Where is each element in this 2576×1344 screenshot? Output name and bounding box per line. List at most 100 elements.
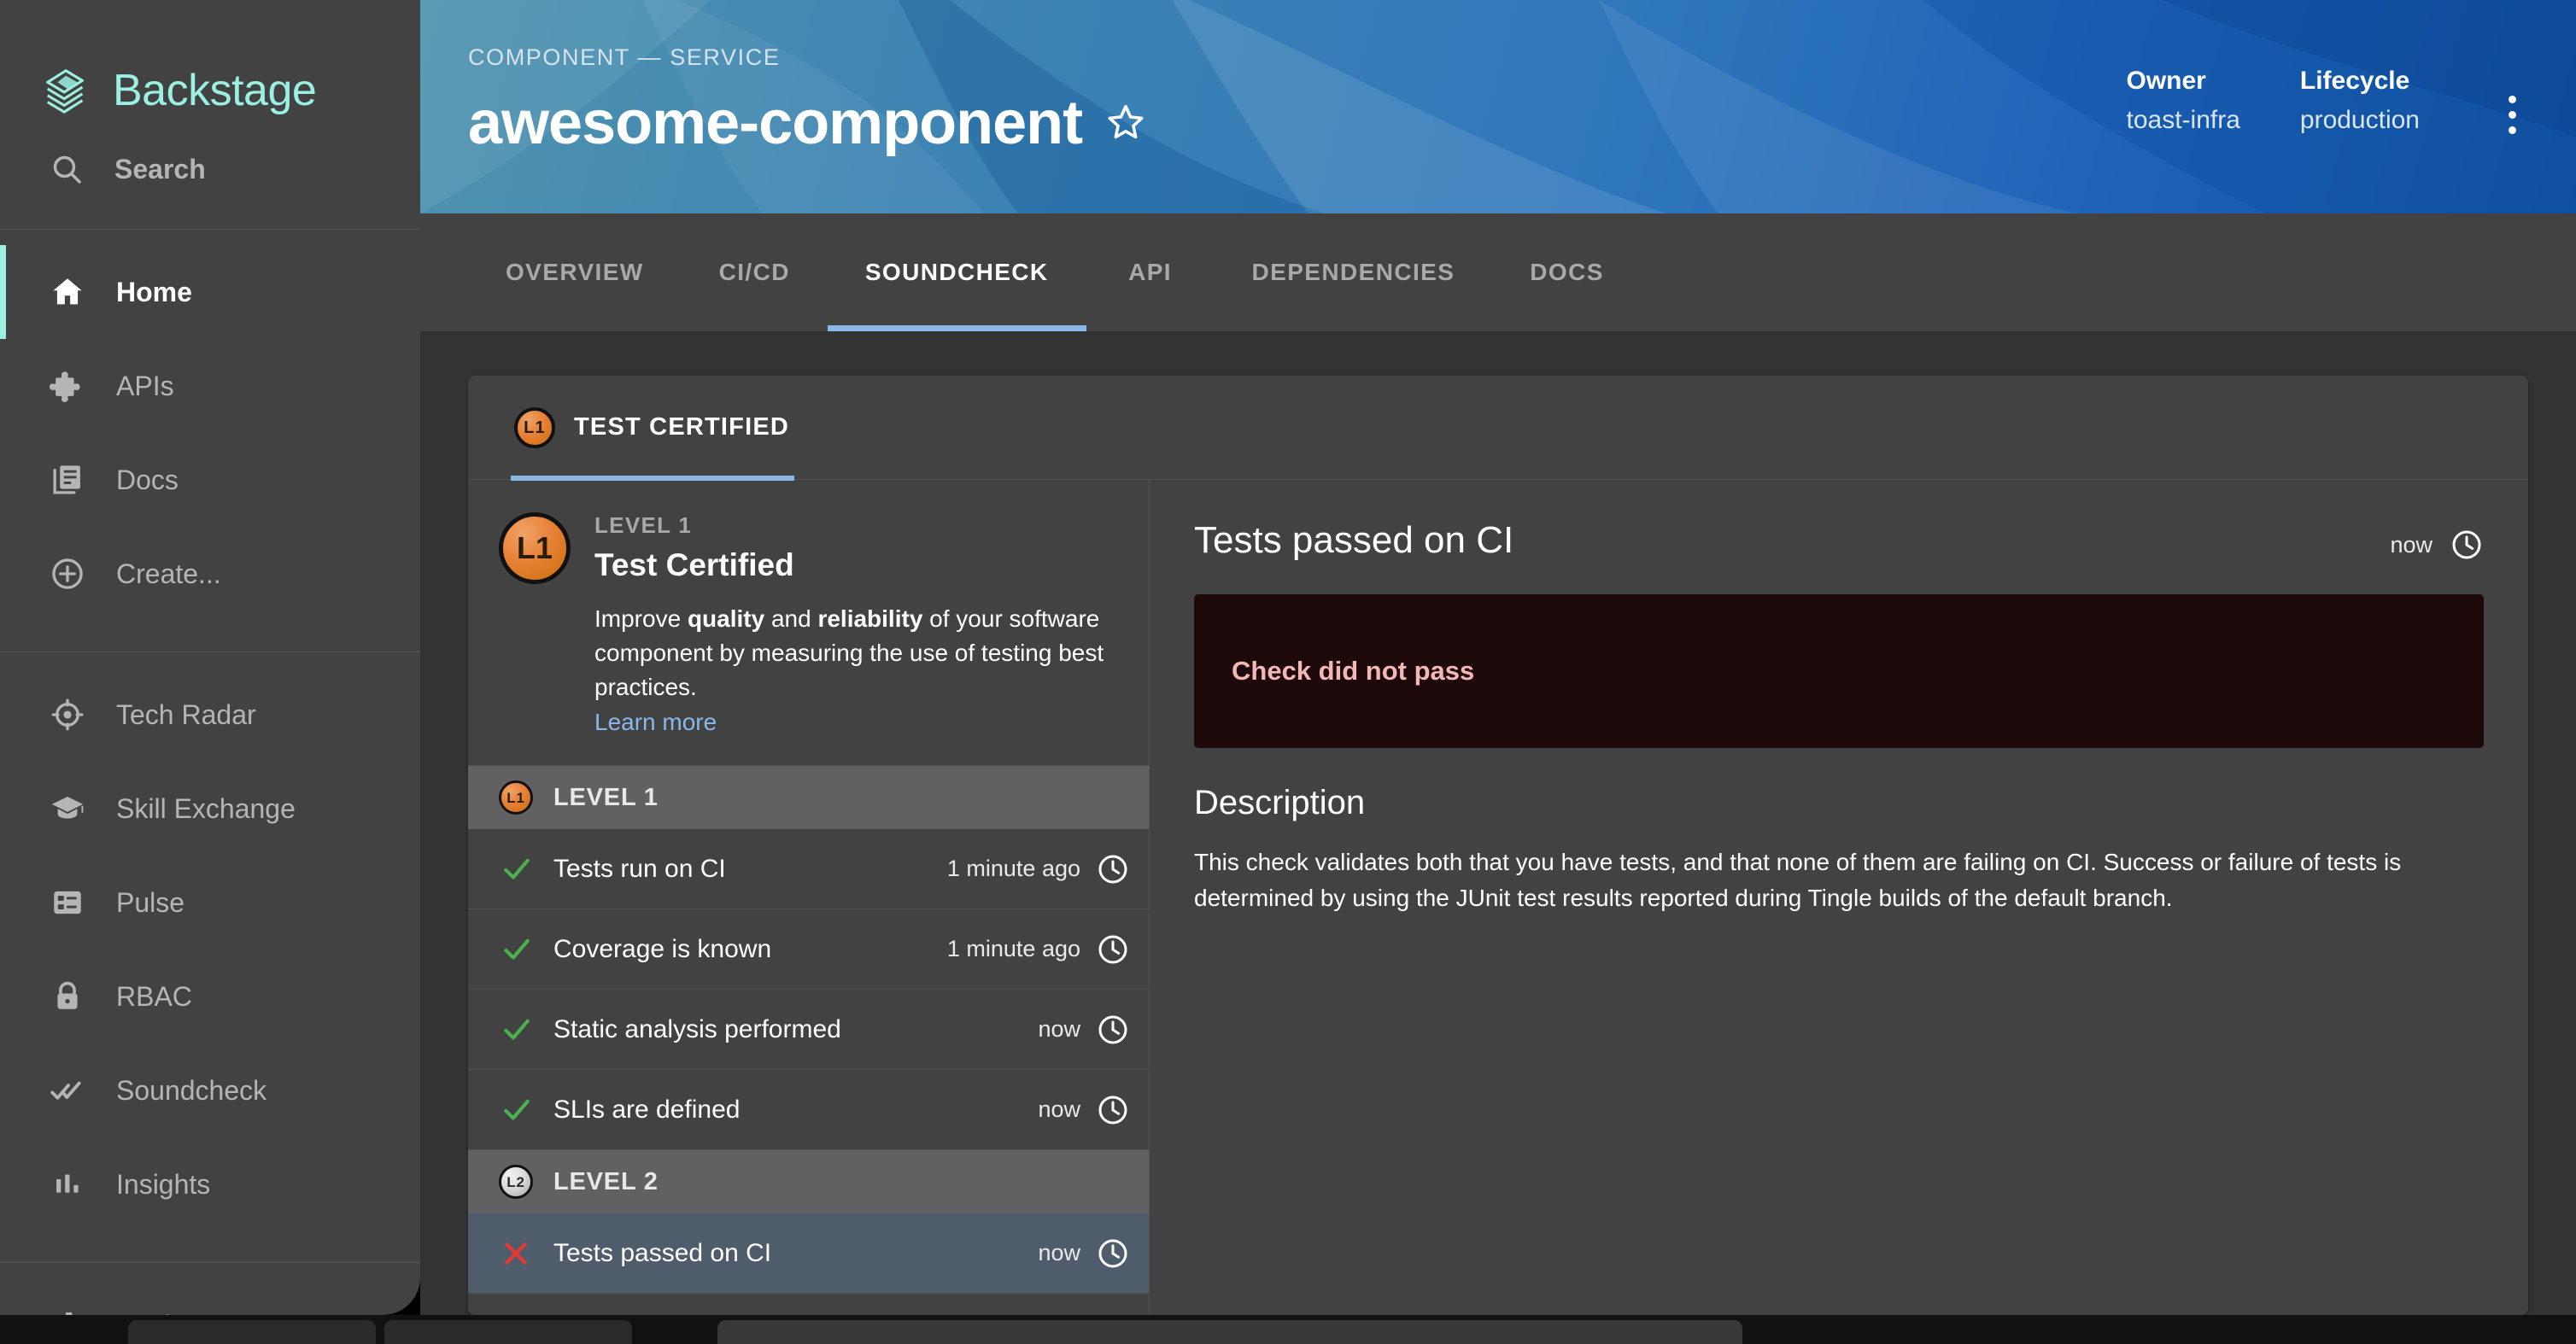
sidebar-item-insights[interactable]: Insights	[0, 1137, 420, 1231]
sidebar-item-skill-exchange[interactable]: Skill Exchange	[0, 762, 420, 856]
os-taskbar-strip	[0, 1315, 2576, 1344]
radar-icon	[50, 697, 85, 733]
docs-icon	[50, 462, 85, 498]
brand[interactable]: Backstage	[0, 0, 420, 128]
sidebar-item-pulse[interactable]: Pulse	[0, 856, 420, 950]
sidebar-item-home[interactable]: Home	[0, 245, 420, 339]
level-description: Improve quality and reliability of your …	[594, 602, 1115, 704]
sidebar-item-label: Home	[116, 277, 192, 307]
sidebar-group-tools: Tech Radar Skill Exchange Pulse RBAC Sou…	[0, 652, 420, 1243]
level-badge-l2-small-icon: L2	[499, 1165, 533, 1200]
sidebar-item-create[interactable]: Create...	[0, 527, 420, 621]
tab-label: API	[1128, 259, 1172, 285]
check-label: Tests run on CI	[553, 854, 726, 883]
search-button[interactable]: Search	[0, 128, 420, 210]
check-label: Tests passed on CI	[553, 1238, 772, 1267]
tab-label: SOUNDCHECK	[864, 259, 1049, 285]
sidebar-group-primary: Home APIs Docs Create...	[0, 230, 420, 633]
backstage-logo-icon	[41, 64, 94, 117]
tab-dependencies[interactable]: DEPENDENCIES	[1215, 213, 1493, 331]
sidebar-item-label: Skill Exchange	[116, 793, 296, 824]
table-row[interactable]: Tests run on CI 1 minute ago	[468, 829, 1149, 910]
check-icon	[501, 853, 538, 885]
sidebar-item-label: RBAC	[116, 981, 192, 1012]
home-icon	[50, 274, 85, 310]
clock-icon[interactable]	[1096, 1013, 1130, 1047]
tab-overview[interactable]: OVERVIEW	[468, 213, 682, 331]
description-heading: Description	[1194, 784, 1366, 821]
pulse-board-icon	[50, 885, 85, 920]
brand-name: Backstage	[113, 66, 317, 115]
tab-label: DEPENDENCIES	[1251, 259, 1455, 285]
table-row[interactable]: Coverage is known 1 minute ago	[468, 909, 1149, 990]
check-time: now	[1038, 1096, 1080, 1123]
clock-icon[interactable]	[1096, 932, 1130, 967]
check-icon	[501, 933, 538, 966]
check-list: L1 LEVEL 1 Tests run on CI 1 minute ago	[468, 766, 1149, 1315]
clock-icon[interactable]	[1096, 852, 1130, 886]
description-body: This check validates both that you have …	[1194, 849, 2402, 911]
tab-docs[interactable]: DOCS	[1492, 213, 1642, 331]
tab-api[interactable]: API	[1086, 213, 1215, 331]
tab-test-certified[interactable]: L1 TEST CERTIFIED	[510, 376, 828, 481]
sidebar-item-docs[interactable]: Docs	[0, 433, 420, 527]
breadcrumb: COMPONENT — SERVICE	[468, 44, 781, 70]
owner-block: Owner toast-infra	[2127, 67, 2240, 135]
card-split: L1 LEVEL 1 Test Certified Improve qualit…	[468, 480, 2528, 1315]
lifecycle-block: Lifecycle production	[2300, 67, 2420, 135]
page-title: awesome-component	[468, 89, 1083, 157]
sidebar-item-soundcheck[interactable]: Soundcheck	[0, 1043, 420, 1137]
tab-label: TEST CERTIFIED	[574, 413, 790, 441]
sidebar-item-tech-radar[interactable]: Tech Radar	[0, 668, 420, 762]
check-time: now	[1038, 1016, 1080, 1043]
lock-icon	[50, 979, 85, 1014]
table-row[interactable]: Static analysis performed now	[468, 990, 1149, 1071]
star-outline-icon[interactable]	[1104, 101, 1147, 151]
tab-soundcheck[interactable]: SOUNDCHECK	[827, 213, 1086, 331]
sidebar-item-label: Settings	[116, 1312, 215, 1315]
gear-icon	[50, 1307, 85, 1315]
bar-chart-icon	[50, 1166, 85, 1202]
sidebar-item-label: Pulse	[116, 887, 185, 918]
sidebar-item-label: Soundcheck	[116, 1075, 267, 1106]
learn-more-link[interactable]: Learn more	[594, 709, 717, 736]
sidebar: Backstage Search Home APIs Docs Create..…	[0, 0, 420, 1315]
sidebar-item-label: Tech Radar	[116, 699, 256, 730]
table-row[interactable]: Tests passed on CI now	[468, 1213, 1149, 1294]
table-row[interactable]: SLIs are defined now	[468, 1070, 1149, 1151]
header-meta: Owner toast-infra Lifecycle production	[2127, 44, 2529, 135]
x-icon	[501, 1238, 538, 1269]
desc-bold-reliability: reliability	[817, 605, 923, 632]
clock-icon[interactable]	[1096, 1236, 1130, 1271]
check-icon	[501, 1014, 538, 1046]
level-kicker: LEVEL 1	[594, 512, 693, 538]
tab-label: DOCS	[1530, 259, 1604, 285]
check-label: SLIs are defined	[553, 1095, 741, 1124]
lifecycle-value: production	[2299, 106, 2420, 134]
level-info: L1 LEVEL 1 Test Certified Improve qualit…	[468, 480, 1149, 767]
desc-part-2: and	[764, 605, 818, 632]
check-label: Static analysis performed	[553, 1014, 841, 1043]
check-result-banner: Check did not pass	[1194, 594, 2484, 748]
more-vertical-icon[interactable]	[2479, 67, 2528, 134]
taskbar-segment	[384, 1320, 632, 1344]
check-detail-pane: Tests passed on CI now Check did not pas…	[1150, 480, 2528, 1315]
level-header-label: LEVEL 2	[553, 1167, 659, 1195]
owner-value[interactable]: toast-infra	[2127, 106, 2240, 135]
tab-label: OVERVIEW	[506, 259, 644, 285]
check-time: now	[1038, 1240, 1080, 1266]
tab-cicd[interactable]: CI/CD	[682, 213, 828, 331]
check-time: 1 minute ago	[946, 856, 1080, 882]
sidebar-item-label: Docs	[116, 465, 179, 495]
certification-tabs: L1 TEST CERTIFIED	[468, 376, 2528, 481]
soundcheck-card: L1 TEST CERTIFIED L1 LEVEL 1 Test Certif…	[468, 376, 2528, 1315]
sidebar-item-settings[interactable]: Settings	[0, 1278, 420, 1315]
clock-icon[interactable]	[1096, 1093, 1130, 1127]
detail-time: now	[2390, 531, 2433, 558]
sidebar-item-apis[interactable]: APIs	[0, 339, 420, 433]
level-badge-l1-small-icon: L1	[499, 780, 533, 815]
clock-icon[interactable]	[2450, 528, 2484, 562]
taskbar-segment	[717, 1320, 1742, 1344]
sidebar-item-rbac[interactable]: RBAC	[0, 950, 420, 1043]
sidebar-group-settings: Settings	[0, 1263, 420, 1315]
